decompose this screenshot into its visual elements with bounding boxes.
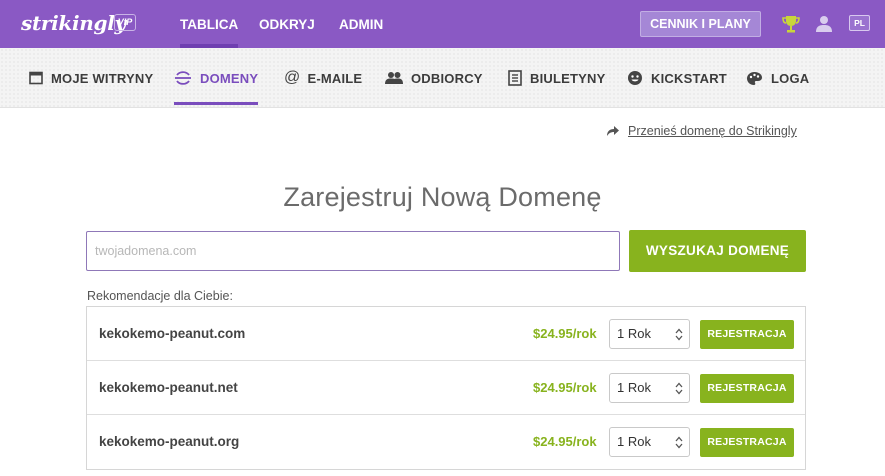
sub-navigation: MOJE WITRYNY DOMENY @ E-MAILE ODBIORCY B…: [0, 48, 885, 108]
trophy-icon[interactable]: [780, 13, 802, 35]
domain-search-input[interactable]: [86, 231, 620, 271]
search-domain-button[interactable]: WYSZUKAJ DOMENĘ: [629, 230, 806, 272]
subnav-loga[interactable]: LOGA: [746, 48, 809, 108]
domain-price: $24.95/rok: [533, 326, 597, 341]
register-button[interactable]: REJESTRACJA: [700, 320, 794, 349]
share-arrow-icon: [607, 126, 619, 136]
domain-price: $24.95/rok: [533, 434, 597, 449]
domain-row: kekokemo-peanut.net $24.95/rok 1 Rok REJ…: [87, 361, 805, 415]
nav-admin[interactable]: ADMIN: [339, 0, 383, 48]
subnav-biuletyny[interactable]: BIULETYNY: [508, 48, 605, 108]
at-icon: @: [284, 69, 301, 86]
palette-icon: [747, 71, 762, 85]
user-icon[interactable]: [813, 13, 835, 35]
domain-row: kekokemo-peanut.com $24.95/rok 1 Rok REJ…: [87, 307, 805, 361]
nav-tablica[interactable]: TABLICA: [180, 0, 239, 48]
recommendations-label: Rekomendacje dla Ciebie:: [87, 289, 233, 303]
subnav-moje-witryny[interactable]: MOJE WITRYNY: [29, 48, 153, 108]
period-select[interactable]: 1 Rok: [609, 427, 690, 457]
period-select[interactable]: 1 Rok: [609, 373, 690, 403]
register-button[interactable]: REJESTRACJA: [700, 374, 794, 403]
language-selector[interactable]: PL: [849, 15, 870, 31]
subnav-kickstart[interactable]: KICKSTART: [627, 48, 727, 108]
site-icon: [29, 71, 43, 85]
subnav-odbiorcy[interactable]: ODBIORCY: [385, 48, 483, 108]
subnav-domeny[interactable]: DOMENY: [174, 48, 259, 108]
vip-badge: VIP: [114, 14, 136, 31]
nav-odkryj[interactable]: ODKRYJ: [259, 0, 315, 48]
pricing-plans-button[interactable]: CENNIK I PLANY: [640, 11, 761, 37]
select-arrows-icon: [675, 382, 683, 395]
domain-name: kekokemo-peanut.org: [99, 434, 240, 449]
domain-row: kekokemo-peanut.org $24.95/rok 1 Rok REJ…: [87, 415, 805, 469]
domain-icon: [175, 71, 191, 85]
strikingly-logo[interactable]: strikingly: [21, 10, 126, 36]
select-arrows-icon: [675, 328, 683, 341]
select-arrows-icon: [675, 436, 683, 449]
newsletter-icon: [508, 70, 522, 86]
period-select[interactable]: 1 Rok: [609, 319, 690, 349]
audience-icon: [385, 72, 403, 84]
domain-price: $24.95/rok: [533, 380, 597, 395]
page-title: Zarejestruj Nową Domenę: [283, 182, 602, 212]
domain-name: kekokemo-peanut.com: [99, 326, 246, 341]
domain-name: kekokemo-peanut.net: [99, 380, 238, 395]
top-bar: strikingly VIP TABLICA ODKRYJ ADMIN CENN…: [0, 0, 885, 48]
transfer-domain-link[interactable]: Przenieś domenę do Strikingly: [606, 124, 797, 138]
domain-results-list: kekokemo-peanut.com $24.95/rok 1 Rok REJ…: [86, 306, 806, 470]
kickstart-icon: [628, 71, 642, 85]
register-button[interactable]: REJESTRACJA: [700, 428, 794, 457]
subnav-e-maile[interactable]: @ E-MAILE: [284, 48, 362, 108]
